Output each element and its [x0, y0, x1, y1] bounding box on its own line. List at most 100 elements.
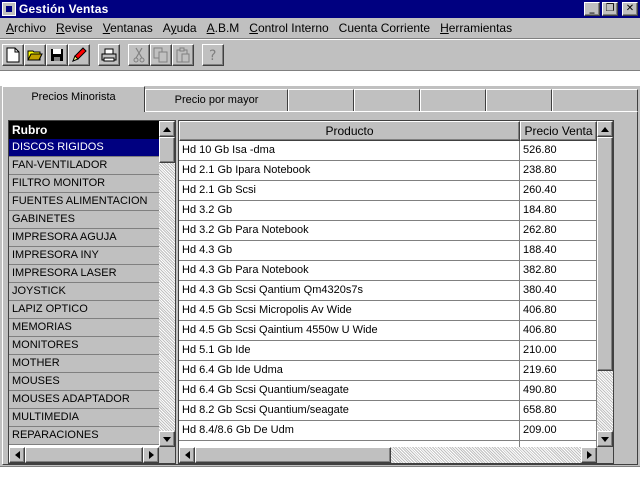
cut-icon[interactable]	[128, 44, 150, 66]
scroll-down-arrow-icon[interactable]	[597, 431, 613, 447]
product-row[interactable]: Hd 8.4/8.6 Gb De Udm 209.00	[179, 421, 597, 441]
tab-precio-por-mayor[interactable]: Precio por mayor	[145, 89, 288, 111]
product-name-cell[interactable]: Hd 3.2 Gb Para Notebook	[179, 221, 520, 240]
new-document-icon[interactable]	[2, 44, 24, 66]
tab-7[interactable]	[552, 89, 638, 111]
menu-ventanas[interactable]: Ventanas	[103, 21, 153, 35]
open-folder-icon[interactable]	[24, 44, 46, 66]
product-row[interactable]: Hd 4.5 Gb Scsi Micropolis Av Wide 406.80	[179, 301, 597, 321]
product-row[interactable]: Hd 5.1 Gb Ide 210.00	[179, 341, 597, 361]
rubro-vertical-scrollbar[interactable]	[159, 121, 175, 447]
product-price-cell[interactable]: 209.00	[520, 421, 597, 440]
rubro-item[interactable]: MOUSES	[9, 373, 159, 391]
product-price-cell[interactable]: 210.00	[520, 341, 597, 360]
rubro-item[interactable]: JOYSTICK	[9, 283, 159, 301]
product-row[interactable]: Hd 10 Gb Isa -dma 526.80	[179, 141, 597, 161]
rubro-item[interactable]: MEMORIAS	[9, 319, 159, 337]
grid-vertical-scrollbar[interactable]	[597, 121, 613, 447]
product-price-cell[interactable]: 406.80	[520, 321, 597, 340]
rubro-horizontal-scrollbar[interactable]	[9, 447, 159, 463]
rubro-item[interactable]: LAPIZ OPTICO	[9, 301, 159, 319]
product-row[interactable]: Hd 3.2 Gb 184.80	[179, 201, 597, 221]
rubro-item[interactable]: IMPRESORA INY	[9, 247, 159, 265]
close-button[interactable]: ✕	[622, 2, 638, 16]
menu-revise[interactable]: Revise	[56, 21, 93, 35]
rubro-item[interactable]: FUENTES ALIMENTACION	[9, 193, 159, 211]
app-icon[interactable]	[2, 2, 16, 16]
menu-archivo[interactable]: Archivo	[6, 21, 46, 35]
rubro-item[interactable]: IMPRESORA LASER	[9, 265, 159, 283]
save-disk-icon[interactable]	[46, 44, 68, 66]
rubro-hscroll-thumb[interactable]	[25, 447, 143, 463]
rubro-item[interactable]: DISCOS RIGIDOS	[9, 139, 159, 157]
product-name-cell[interactable]: Hd 2.1 Gb Ipara Notebook	[179, 161, 520, 180]
product-price-cell[interactable]: 382.80	[520, 261, 597, 280]
product-row[interactable]: Hd 2.1 Gb Scsi 260.40	[179, 181, 597, 201]
minimize-button[interactable]: _	[584, 2, 600, 16]
scroll-right-arrow-icon[interactable]	[143, 447, 159, 463]
product-price-cell[interactable]: 184.80	[520, 201, 597, 220]
tab-3[interactable]	[288, 89, 354, 111]
restore-button[interactable]: ❐	[602, 2, 618, 16]
menu-ayuda[interactable]: Ayuda	[163, 21, 197, 35]
product-row[interactable]: Hd 4.3 Gb 188.40	[179, 241, 597, 261]
product-row[interactable]: Hd 4.5 Gb Scsi Qaintium 4550w U Wide 406.…	[179, 321, 597, 341]
product-row[interactable]: Hd 6.4 Gb Ide Udma 219.60	[179, 361, 597, 381]
paste-icon[interactable]	[172, 44, 194, 66]
tab-6[interactable]	[486, 89, 552, 111]
tab-precios-minorista[interactable]: Precios Minorista	[2, 86, 145, 112]
product-name-cell[interactable]: Hd 4.5 Gb Scsi Micropolis Av Wide	[179, 301, 520, 320]
print-icon[interactable]	[98, 44, 120, 66]
product-row[interactable]: Hd 8.2 Gb Scsi Quantium/seagate 658.80	[179, 401, 597, 421]
product-row[interactable]: Hd 3.2 Gb Para Notebook 262.80	[179, 221, 597, 241]
product-price-cell[interactable]: 219.60	[520, 361, 597, 380]
tab-4[interactable]	[354, 89, 420, 111]
menu-cuenta-corriente[interactable]: Cuenta Corriente	[339, 21, 430, 35]
product-name-cell[interactable]: Hd 8.4/8.6 Gb De Udm	[179, 421, 520, 440]
rubro-item[interactable]: MONITORES	[9, 337, 159, 355]
product-price-cell[interactable]: 260.40	[520, 181, 597, 200]
menu-herramientas[interactable]: Herramientas	[440, 21, 512, 35]
product-price-cell[interactable]: 658.80	[520, 401, 597, 420]
scroll-left-arrow-icon[interactable]	[9, 447, 25, 463]
rubro-item[interactable]: REPARACIONES	[9, 427, 159, 445]
product-name-cell[interactable]: Hd 4.3 Gb Para Notebook	[179, 261, 520, 280]
grid-horizontal-scrollbar[interactable]	[179, 447, 597, 463]
rubro-item[interactable]: FAN-VENTILADOR	[9, 157, 159, 175]
pencil-icon[interactable]	[68, 44, 90, 66]
product-row[interactable]: Hd 6.4 Gb Scsi Quantium/seagate 490.80	[179, 381, 597, 401]
column-header-producto[interactable]: Producto	[179, 121, 520, 141]
product-price-cell[interactable]: 262.80	[520, 221, 597, 240]
rubro-item[interactable]: FILTRO MONITOR	[9, 175, 159, 193]
product-name-cell[interactable]: Hd 5.1 Gb Ide	[179, 341, 520, 360]
product-row[interactable]: Hd 4.3 Gb Scsi Qantium Qm4320s7s 380.40	[179, 281, 597, 301]
rubro-item[interactable]: MOTHER	[9, 355, 159, 373]
rubro-item[interactable]: MOUSES ADAPTADOR	[9, 391, 159, 409]
rubro-scroll-thumb[interactable]	[159, 137, 175, 163]
product-grid[interactable]: Producto Precio Venta Hd 10 Gb Isa -dma 5…	[178, 120, 614, 464]
product-name-cell[interactable]: Hd 10 Gb Isa -dma	[179, 141, 520, 160]
product-row[interactable]: Hd 2.1 Gb Ipara Notebook 238.80	[179, 161, 597, 181]
title-bar[interactable]: Gestión Ventas _ ❐ ✕	[0, 0, 640, 18]
product-name-cell[interactable]: Hd 4.5 Gb Scsi Qaintium 4550w U Wide	[179, 321, 520, 340]
product-name-cell[interactable]: Hd 4.3 Gb Scsi Qantium Qm4320s7s	[179, 281, 520, 300]
product-name-cell[interactable]: Hd 2.1 Gb Scsi	[179, 181, 520, 200]
product-price-cell[interactable]: 188.40	[520, 241, 597, 260]
product-name-cell[interactable]: Hd 6.4 Gb Scsi Quantium/seagate	[179, 381, 520, 400]
product-price-cell[interactable]: 238.80	[520, 161, 597, 180]
scroll-right-arrow-icon[interactable]	[581, 447, 597, 463]
rubro-list-box[interactable]: Rubro DISCOS RIGIDOS FAN-VENTILADOR FILTRO…	[8, 120, 176, 464]
rubro-item[interactable]: MULTIMEDIA	[9, 409, 159, 427]
rubro-item[interactable]: GABINETES	[9, 211, 159, 229]
menu-a-b-m[interactable]: A.B.M	[207, 21, 240, 35]
grid-hscroll-thumb[interactable]	[195, 447, 391, 463]
product-price-cell[interactable]: 526.80	[520, 141, 597, 160]
scroll-up-arrow-icon[interactable]	[597, 121, 613, 137]
scroll-down-arrow-icon[interactable]	[159, 431, 175, 447]
help-icon[interactable]: ?	[202, 44, 224, 66]
grid-body[interactable]: Hd 10 Gb Isa -dma 526.80 Hd 2.1 Gb Ipara N…	[179, 141, 597, 447]
product-row[interactable]: Hd 4.3 Gb Para Notebook 382.80	[179, 261, 597, 281]
scroll-up-arrow-icon[interactable]	[159, 121, 175, 137]
product-price-cell[interactable]: 380.40	[520, 281, 597, 300]
product-name-cell[interactable]: Hd 8.2 Gb Scsi Quantium/seagate	[179, 401, 520, 420]
